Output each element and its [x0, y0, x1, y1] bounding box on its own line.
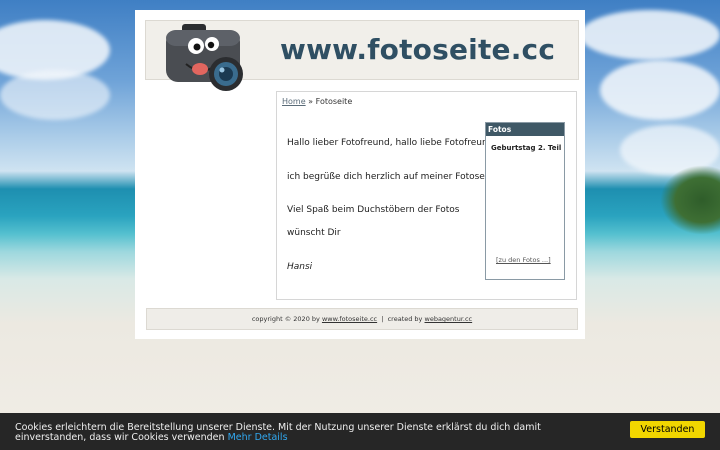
photos-box-title: Fotos [486, 123, 564, 136]
cookie-banner: Cookies erleichtern die Bereitstellung u… [0, 413, 720, 450]
greeting-text: Hallo lieber Fotofreund, hallo liebe Fot… [287, 138, 505, 148]
footer-created-by: created by [387, 315, 423, 323]
cookie-message: Cookies erleichtern die Bereitstellung u… [15, 423, 615, 443]
breadcrumb-home-link[interactable]: Home [282, 97, 306, 106]
background-cloud [0, 70, 110, 120]
welcome-text: ich begrüße dich herzlich auf meiner Fot… [287, 172, 500, 182]
breadcrumb-current: Fotoseite [315, 97, 353, 106]
page-container: www.fotoseite.cc Home » Fotoseite Hallo … [135, 10, 585, 339]
content-panel: Home » Fotoseite Hallo lieber Fotofreund… [276, 91, 577, 300]
breadcrumb-separator: » [308, 97, 314, 106]
background-palm [660, 165, 720, 235]
breadcrumb: Home » Fotoseite [282, 97, 352, 106]
album-title: Geburtstag 2. Teil [491, 144, 562, 152]
site-title[interactable]: www.fotoseite.cc [280, 33, 555, 66]
enjoy-text: Viel Spaß beim Duchstöbern der Fotos [287, 205, 460, 215]
cookie-more-details-link[interactable]: Mehr Details [228, 432, 288, 443]
background-cloud [600, 60, 720, 120]
camera-mascot-logo [166, 24, 243, 91]
footer-site-link[interactable]: www.fotoseite.cc [322, 315, 377, 323]
footer-agency-link[interactable]: webagentur.cc [425, 315, 473, 323]
cookie-accept-button[interactable]: Verstanden [630, 421, 705, 438]
site-footer: copyright © 2020 by www.fotoseite.cc | c… [146, 308, 578, 330]
wishes-text: wünscht Dir [287, 228, 341, 238]
footer-copyright: copyright © 2020 by [251, 315, 320, 323]
site-header: www.fotoseite.cc [145, 20, 579, 91]
footer-separator: | [381, 315, 384, 323]
background-cloud [580, 10, 720, 60]
album-photos-link[interactable]: [zu den Fotos ...] [496, 256, 551, 264]
signature-text: Hansi [287, 262, 313, 272]
photos-box: Fotos Geburtstag 2. Teil [zu den Fotos .… [485, 122, 565, 280]
